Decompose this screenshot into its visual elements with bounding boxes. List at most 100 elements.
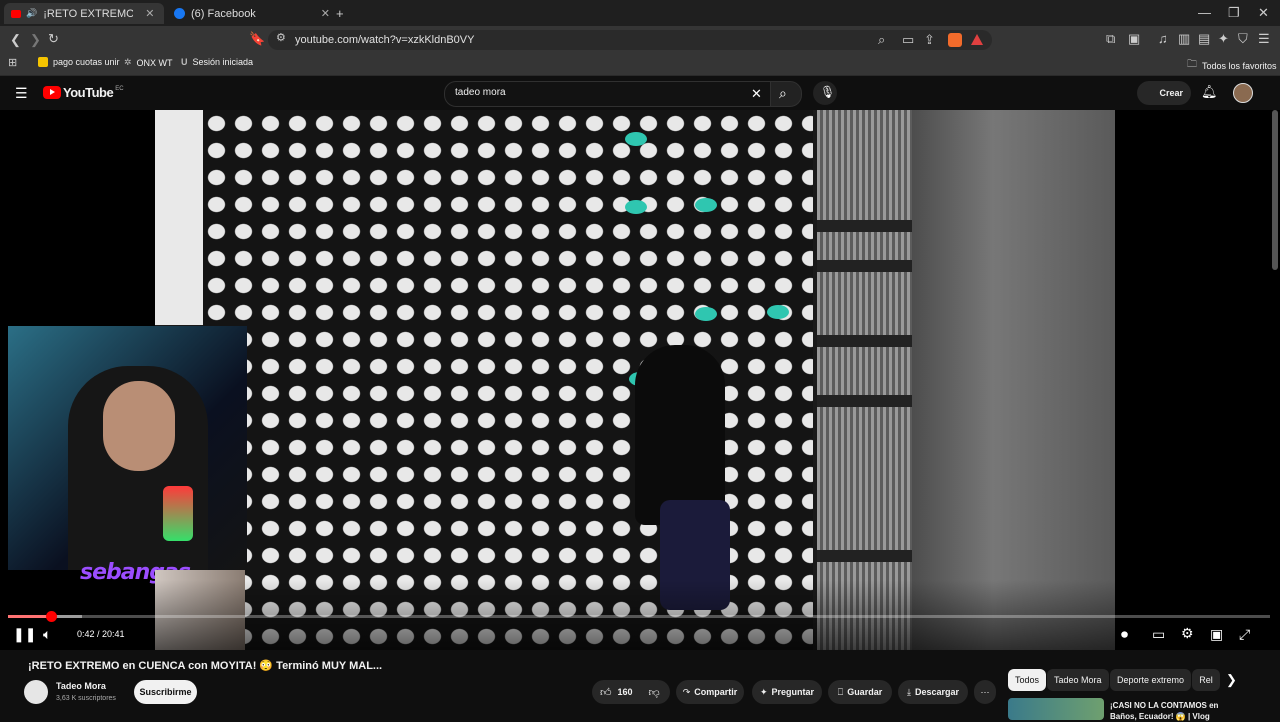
recommendation-thumbnail[interactable] (1008, 698, 1104, 720)
autoplay-toggle-icon[interactable]: ⏺ (1121, 627, 1128, 641)
restore-icon[interactable]: ❐ (1228, 6, 1240, 19)
url-field[interactable]: ⚙ youtube.com/watch?v=xzkKldnB0VY ⌕ ▭ ⇪ (268, 30, 992, 50)
progress-bar[interactable] (8, 611, 1270, 622)
close-tab-icon[interactable]: ✕ (321, 7, 330, 20)
extensions-icon[interactable]: ⧉ (1106, 32, 1115, 45)
bookmark-item[interactable]: pago cuotas unir (38, 57, 120, 67)
menu-icon[interactable]: ☰ (1258, 32, 1270, 45)
subscribe-button[interactable]: Suscribirme (134, 680, 197, 704)
ask-label: Preguntar (771, 687, 815, 697)
avatar[interactable] (1233, 83, 1253, 103)
forward-icon[interactable]: ❯ (30, 33, 41, 46)
clear-search-icon[interactable]: ✕ (751, 87, 762, 100)
media-icon[interactable]: ♫ (1158, 32, 1168, 45)
bookmark-label: ONX WT (136, 57, 173, 68)
subtitles-icon[interactable]: ▭ (1152, 627, 1165, 641)
site-info-icon[interactable]: ⚙ (276, 33, 286, 44)
like-icon[interactable]: 👍︎ (600, 686, 612, 699)
zoom-icon[interactable]: ⌕ (878, 33, 885, 46)
new-tab-icon[interactable]: + (336, 7, 344, 20)
tab-facebook[interactable]: (6) Facebook ✕ (168, 3, 336, 24)
chip-tadeo-mora[interactable]: Tadeo Mora (1047, 669, 1109, 691)
speaker-icon[interactable]: 🔊 (26, 8, 37, 19)
video-player[interactable]: sebangas ❚❚ 🔈︎ 0:42 / 20:41 ⏺ ▭ ⚙ ▣ ⤢ (0, 110, 1280, 650)
chip-label: Rel (1199, 675, 1213, 685)
youtube-logo[interactable]: YouTube EC (43, 85, 124, 100)
highlighted-hold (625, 132, 647, 146)
brave-shield-icon[interactable] (948, 33, 962, 47)
tab-youtube[interactable]: 🔊 ¡RETO EXTREMO en CUEN ✕ (4, 3, 164, 24)
like-dislike-group: 👍︎ 160 👎︎ (592, 680, 670, 704)
reload-icon[interactable]: ↻ (48, 32, 59, 45)
video-title: ¡RETO EXTREMO en CUENCA con MOYITA! 😳 Te… (28, 660, 383, 672)
highlighted-hold (625, 200, 647, 214)
chip-todos[interactable]: Todos (1008, 669, 1047, 691)
pause-icon[interactable]: ❚❚ (13, 627, 36, 641)
close-window-icon[interactable]: ✕ (1258, 6, 1269, 19)
create-label: Crear (1159, 88, 1183, 98)
dislike-icon[interactable]: 👎︎ (649, 686, 660, 699)
close-tab-icon[interactable]: ✕ (145, 7, 154, 20)
minimize-icon[interactable]: — (1198, 6, 1211, 19)
share-page-icon[interactable]: ⇪ (924, 33, 935, 46)
like-count[interactable]: 160 (618, 687, 633, 697)
more-actions-button[interactable]: ⋯ (974, 680, 996, 704)
chips-next-icon[interactable]: ❯ (1226, 673, 1237, 686)
share-icon: ↷ (682, 686, 691, 697)
recommendation-title-line: ¡CASI NO LA CONTAMOS en (1110, 701, 1219, 710)
sidebar-icon[interactable]: ▥ (1178, 32, 1190, 45)
page-scrollbar[interactable] (1272, 110, 1278, 270)
chip-related[interactable]: Rel (1192, 669, 1220, 691)
chip-deporte-extremo[interactable]: Deporte extremo (1110, 669, 1192, 691)
streamer-webcam (8, 326, 247, 570)
bookmark-icon[interactable]: 🔖 (249, 32, 265, 45)
metal-grating (817, 110, 912, 650)
more-icon: ⋯ (980, 686, 990, 697)
download-icon: ⤓ (906, 686, 911, 697)
create-button[interactable]: Crear (1137, 81, 1191, 105)
share-label: Compartir (694, 687, 738, 697)
scrub-handle[interactable] (45, 611, 57, 622)
chip-label: Tadeo Mora (1054, 675, 1102, 685)
save-button[interactable]: ⎕ Guardar (828, 680, 892, 704)
download-button[interactable]: ⤓ Descargar (898, 680, 968, 704)
url-text: youtube.com/watch?v=xzkKldnB0VY (295, 34, 475, 46)
apps-icon[interactable]: ⊞ (8, 58, 17, 69)
vpn-icon[interactable]: ⛉ (1238, 32, 1248, 45)
search-input[interactable]: tadeo mora ✕ (444, 81, 772, 107)
download-label: Descargar (914, 687, 959, 697)
video-frame[interactable] (155, 110, 1115, 650)
all-favorites[interactable]: 🗀 Todos los favoritos (1187, 57, 1277, 74)
search-button[interactable]: ⌕ (770, 81, 802, 107)
bookmark-favicon-icon (38, 57, 48, 67)
chip-label: Todos (1015, 675, 1040, 685)
bookmark-item[interactable]: U Sesión iniciada (181, 57, 253, 67)
recommendation-title[interactable]: ¡CASI NO LA CONTAMOS en Baños, Ecuador! … (1110, 700, 1218, 722)
browser-tab-bar: 🔊 ¡RETO EXTREMO en CUEN ✕ (6) Facebook ✕… (0, 0, 1280, 26)
share-button[interactable]: ↷ Compartir (676, 680, 744, 704)
rewards-icon[interactable] (971, 34, 983, 45)
wallet-icon[interactable]: ▤ (1198, 32, 1210, 45)
channel-name[interactable]: Tadeo Mora (56, 681, 106, 691)
bookmark-favicon-icon: U (181, 57, 188, 67)
settings-icon[interactable]: ⚙ (1181, 626, 1194, 640)
hamburger-menu-icon[interactable]: ☰ (15, 86, 28, 100)
back-icon[interactable]: ❮ (10, 33, 21, 46)
channel-avatar[interactable] (24, 680, 48, 704)
tab-title: ¡RETO EXTREMO en CUEN (43, 7, 134, 20)
save-label: Guardar (847, 687, 883, 697)
rgb-lamp (163, 486, 193, 541)
volume-icon[interactable]: 🔈︎ (43, 627, 51, 641)
ask-button[interactable]: ✦ Preguntar (752, 680, 822, 704)
leo-icon[interactable]: ✦ (1218, 32, 1229, 45)
tab-title: (6) Facebook (191, 7, 256, 20)
cast-icon[interactable]: ▭ (902, 33, 914, 46)
metal-grating-gap (817, 395, 912, 407)
miniplayer-icon[interactable]: ▣ (1210, 627, 1223, 641)
streamer-face (103, 381, 175, 471)
bookmark-item[interactable]: ✲ ONX WT (124, 57, 173, 68)
screenshot-icon[interactable]: ▣ (1128, 32, 1140, 45)
fullscreen-icon[interactable]: ⤢ (1239, 627, 1250, 641)
notifications-icon[interactable]: 🔔︎ (1201, 85, 1218, 98)
youtube-icon (11, 9, 21, 18)
